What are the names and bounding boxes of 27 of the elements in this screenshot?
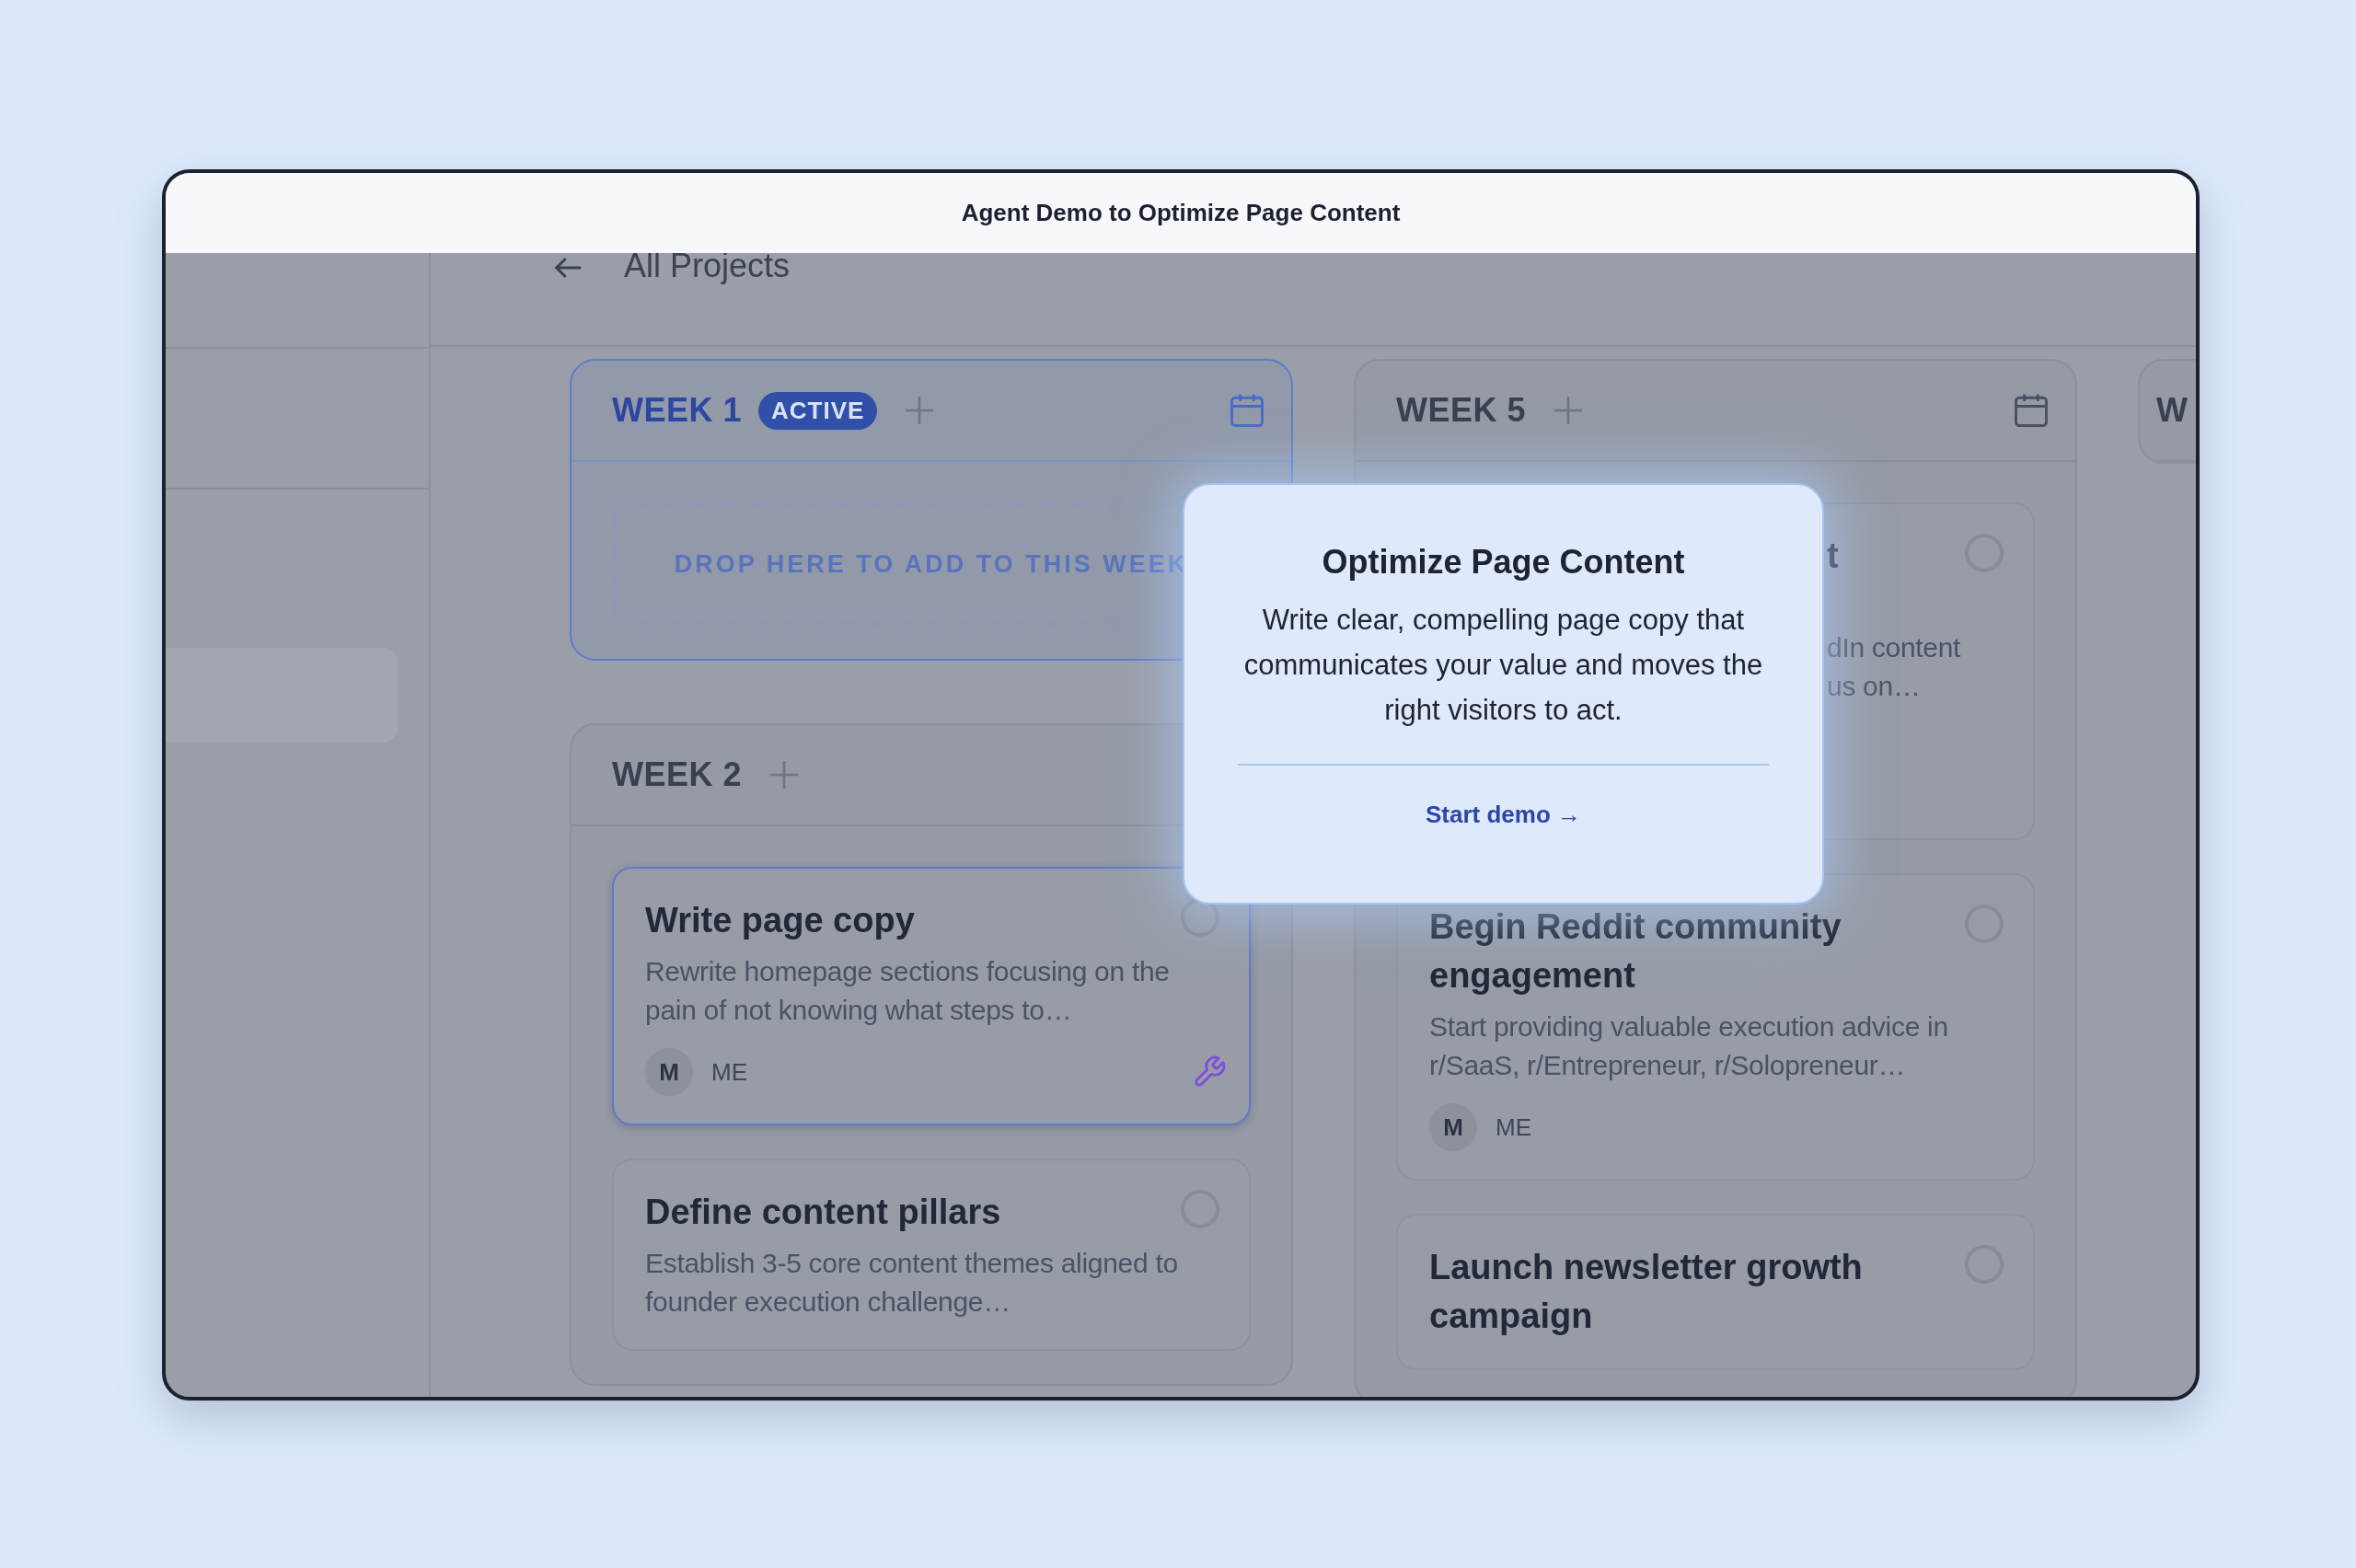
task-card[interactable]: Define content pillars Establish 3-5 core content themes aligned to founder execution challenge… xyxy=(612,1159,1251,1351)
avatar: M xyxy=(1429,1103,1477,1151)
task-title: Write page copy xyxy=(645,900,916,941)
task-title: Launch newsletter growth campaign xyxy=(1429,1247,1864,1337)
task-title: Define content pillars xyxy=(645,1192,1002,1233)
back-link[interactable]: All Projects xyxy=(624,253,791,284)
start-demo-link[interactable]: Start demo → xyxy=(1426,801,1581,829)
week-title: WEEK 2 xyxy=(612,755,743,794)
week-title: WEEK 1 xyxy=(612,391,743,430)
task-description: dIn content us on… xyxy=(1827,631,1962,703)
task-description: Start providing valuable execution advice in r/SaaS, r/Entrepreneur, r/Solopreneur… xyxy=(1429,1010,1949,1082)
active-badge: ACTIVE xyxy=(758,391,878,430)
task-description: Rewrite homepage sections focusing on the pain of not knowing what steps to… xyxy=(645,955,1171,1027)
task-card[interactable]: Launch newsletter growth campaign xyxy=(1396,1214,2035,1370)
sidebar-item[interactable] xyxy=(166,648,398,743)
task-description: Establish 3-5 core content themes aligned to founder execution challenge… xyxy=(645,1247,1179,1319)
task-title: t xyxy=(1827,536,1840,577)
popover-title: Optimize Page Content xyxy=(1321,542,1686,582)
task-title: Begin Reddit community engagement xyxy=(1429,906,1842,997)
window-title: Agent Demo to Optimize Page Content xyxy=(961,199,1401,227)
task-card[interactable]: Begin Reddit community engagement Start providing valuable execution advice in r/SaaS, r/Entrepreneur, r/Solopreneur… M ME xyxy=(1396,873,2035,1181)
task-card[interactable]: Write page copy Rewrite homepage sections focusing on the pain of not knowing what steps to… M ME xyxy=(612,867,1251,1125)
assignee-name: ME xyxy=(711,1057,748,1087)
assignee-name: ME xyxy=(1496,1113,1532,1142)
week-title: WEEK 5 xyxy=(1396,391,1527,430)
avatar: M xyxy=(645,1048,693,1096)
week-title: W xyxy=(2156,391,2189,430)
